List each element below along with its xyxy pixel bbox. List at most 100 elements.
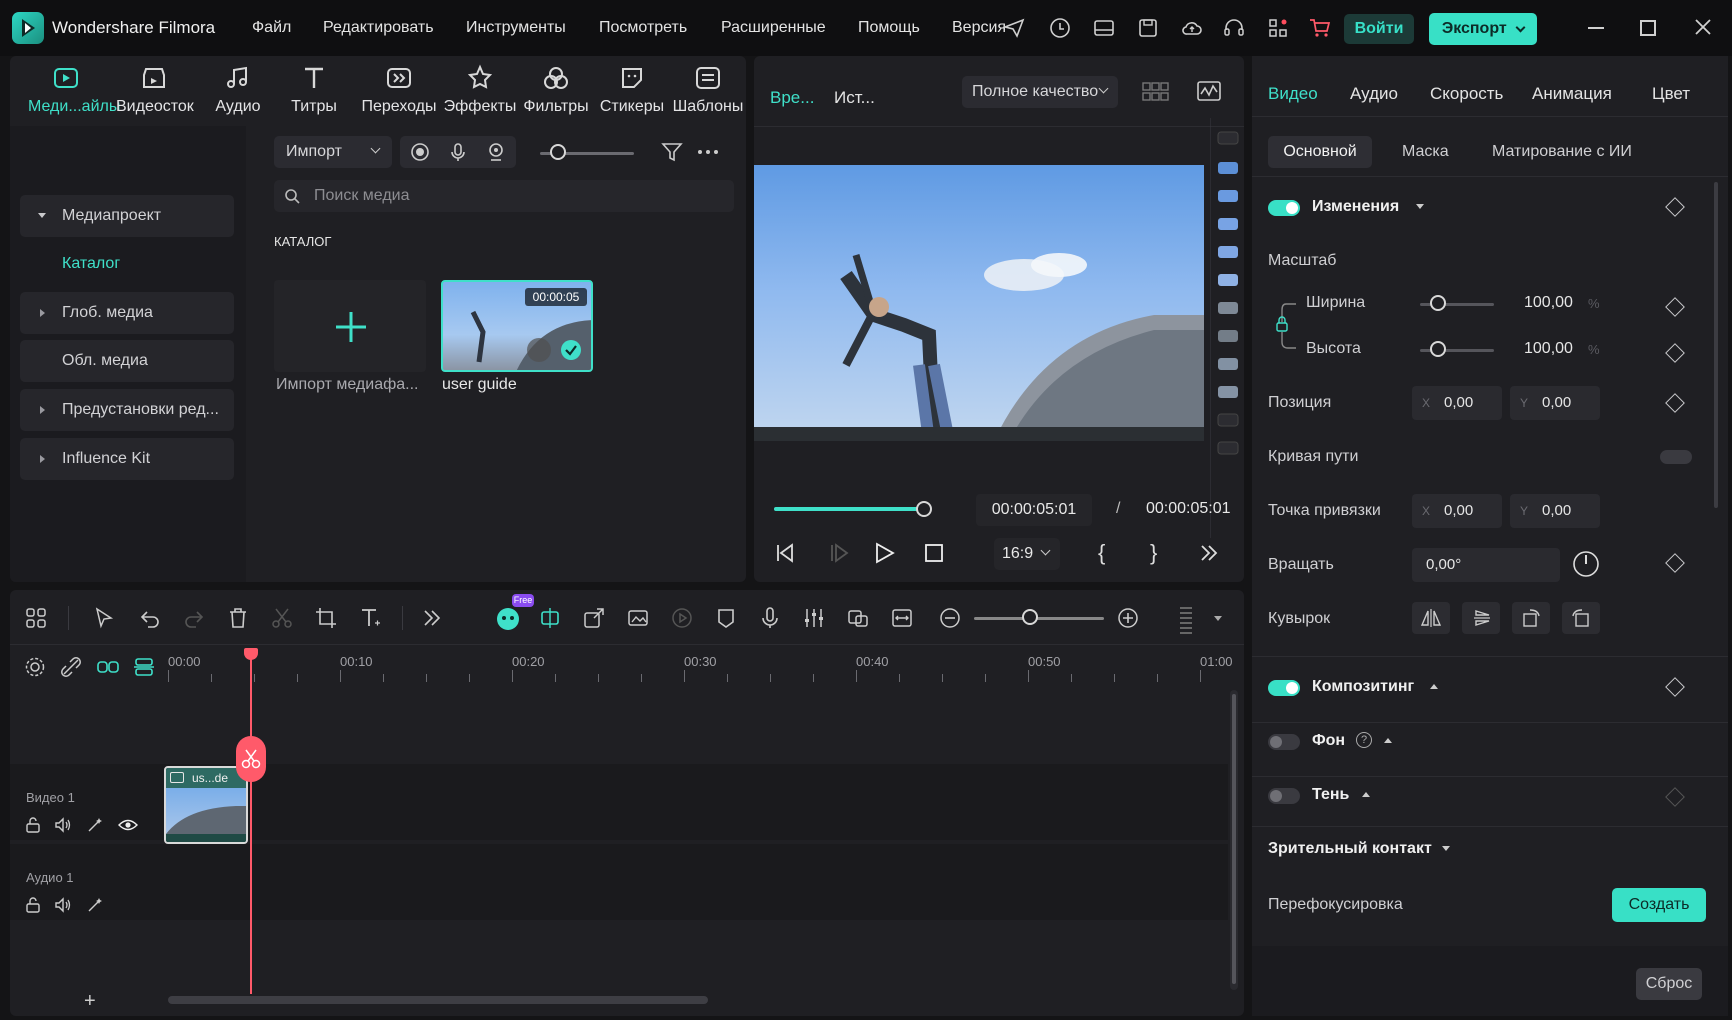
- timeline-settings-icon[interactable]: [24, 656, 46, 678]
- marker-icon[interactable]: [714, 606, 738, 630]
- sidebar-item-project[interactable]: Медиапроект: [20, 195, 234, 237]
- stop-icon[interactable]: [924, 543, 944, 563]
- close-icon[interactable]: [1694, 18, 1712, 36]
- unlink-icon[interactable]: [60, 656, 82, 678]
- tab-transitions[interactable]: Переходы: [356, 56, 442, 122]
- apps-grid-icon[interactable]: [1266, 16, 1290, 40]
- playhead-knob[interactable]: [916, 501, 932, 517]
- grid-view-icon[interactable]: [1142, 80, 1170, 104]
- sidebar-item-cloud-media[interactable]: Обл. медиа: [20, 340, 234, 382]
- zoom-slider-knob[interactable]: [1022, 609, 1038, 625]
- menu-edit[interactable]: Редактировать: [323, 19, 434, 37]
- text-tool-icon[interactable]: [358, 606, 382, 630]
- zoom-slider[interactable]: [974, 617, 1104, 620]
- tab-source-preview[interactable]: Ист...: [834, 88, 875, 108]
- height-slider-knob[interactable]: [1430, 341, 1446, 357]
- flip-vertical-button[interactable]: [1462, 602, 1500, 634]
- tab-stock[interactable]: Видеосток: [116, 56, 194, 122]
- sidebar-item-influence-kit[interactable]: Influence Kit: [20, 438, 234, 480]
- create-button[interactable]: Создать: [1612, 888, 1706, 922]
- tab-audio[interactable]: Аудио: [200, 56, 276, 122]
- microphone-icon[interactable]: [448, 142, 468, 162]
- position-x-field[interactable]: X 0,00: [1412, 386, 1502, 420]
- save-icon[interactable]: [1136, 16, 1160, 40]
- crop-icon[interactable]: [314, 606, 338, 630]
- update-icon[interactable]: [1048, 16, 1072, 40]
- track-lock-icon[interactable]: [24, 896, 42, 914]
- compositing-toggle[interactable]: [1268, 680, 1300, 696]
- track-volume-icon[interactable]: [54, 896, 72, 914]
- shadow-toggle[interactable]: [1268, 788, 1300, 804]
- send-icon[interactable]: [1002, 16, 1026, 40]
- track-lock-icon[interactable]: [24, 816, 42, 834]
- import-media-tile[interactable]: [274, 280, 426, 372]
- caret-up-icon[interactable]: [1384, 738, 1392, 743]
- props-scrollbar[interactable]: [1714, 182, 1718, 508]
- fit-width-icon[interactable]: [890, 606, 914, 630]
- tab-stickers[interactable]: Стикеры: [594, 56, 670, 122]
- menu-tools[interactable]: Инструменты: [466, 19, 566, 37]
- track-ai-icon[interactable]: [86, 896, 104, 914]
- rotate-clockwise-button[interactable]: [1512, 602, 1550, 634]
- record-icon[interactable]: [410, 142, 430, 162]
- anchor-x-field[interactable]: X 0,00: [1412, 494, 1502, 528]
- export-clip-icon[interactable]: [582, 606, 606, 630]
- layout-grid-icon[interactable]: [24, 606, 48, 630]
- menu-advanced[interactable]: Расширенные: [721, 19, 826, 37]
- sidebar-item-global-media[interactable]: Глоб. медиа: [20, 292, 234, 334]
- track-height-icon[interactable]: [1174, 606, 1198, 634]
- ai-copilot-icon[interactable]: [494, 604, 522, 632]
- link-icon[interactable]: [96, 656, 120, 678]
- filter-icon[interactable]: [660, 140, 684, 164]
- rotate-counterclockwise-button[interactable]: [1562, 602, 1600, 634]
- tab-video-props[interactable]: Видео: [1268, 84, 1318, 104]
- login-button[interactable]: Войти: [1344, 14, 1414, 44]
- headset-icon[interactable]: [1222, 16, 1246, 40]
- waveform-monitor-icon[interactable]: [1196, 78, 1222, 104]
- preview-clip-icon[interactable]: [527, 338, 551, 362]
- position-y-field[interactable]: Y 0,00: [1510, 386, 1600, 420]
- keyframe-diamond-icon[interactable]: [1665, 343, 1685, 363]
- cart-icon[interactable]: [1308, 16, 1332, 40]
- path-curve-toggle[interactable]: [1660, 450, 1692, 464]
- keyframe-diamond-icon[interactable]: [1665, 393, 1685, 413]
- image-edit-icon[interactable]: [626, 606, 650, 630]
- tab-speed-props[interactable]: Скорость: [1430, 84, 1503, 104]
- tab-animation-props[interactable]: Анимация: [1532, 84, 1612, 104]
- mark-out-icon[interactable]: }: [1150, 540, 1157, 566]
- caret-down-icon[interactable]: [1214, 616, 1222, 621]
- timeline-ruler[interactable]: 00:00 00:10 00:20 00:30 00:40 00:50 01:0…: [168, 646, 1238, 686]
- aspect-ratio-dropdown[interactable]: 16:9: [994, 538, 1060, 570]
- height-value[interactable]: 100,00: [1524, 340, 1573, 358]
- rotate-field[interactable]: 0,00°: [1412, 548, 1560, 582]
- more-controls-icon[interactable]: [1198, 542, 1220, 564]
- transform-toggle[interactable]: [1268, 200, 1300, 216]
- tab-effects[interactable]: Эффекты: [442, 56, 518, 122]
- speed-icon[interactable]: [670, 606, 694, 630]
- tab-color-props[interactable]: Цвет: [1652, 84, 1690, 104]
- subtab-ai-matting[interactable]: Матирование с ИИ: [1492, 143, 1632, 161]
- media-clip-thumbnail[interactable]: 00:00:05: [441, 280, 593, 372]
- delete-icon[interactable]: [226, 606, 250, 630]
- zoom-out-icon[interactable]: [938, 606, 962, 630]
- webcam-icon[interactable]: [486, 142, 506, 162]
- layout-icon[interactable]: [1092, 16, 1116, 40]
- menu-view[interactable]: Посмотреть: [599, 19, 687, 37]
- tab-media[interactable]: Меди...айлы: [28, 56, 120, 122]
- sidebar-item-catalog[interactable]: Каталог: [20, 243, 234, 285]
- more-options-icon[interactable]: [696, 142, 720, 162]
- playback-progress-track[interactable]: [774, 507, 924, 511]
- timeline-horizontal-scroll-thumb[interactable]: [168, 996, 708, 1004]
- auto-frame-icon[interactable]: [538, 606, 562, 630]
- help-icon[interactable]: ?: [1356, 732, 1372, 748]
- playhead-line[interactable]: [250, 650, 252, 994]
- track-visibility-icon[interactable]: [118, 816, 138, 834]
- flip-horizontal-button[interactable]: [1412, 602, 1450, 634]
- keyframe-diamond-icon[interactable]: [1665, 197, 1685, 217]
- snap-icon[interactable]: [132, 656, 156, 678]
- minimize-icon[interactable]: [1588, 27, 1604, 29]
- video-preview-frame[interactable]: [754, 165, 1204, 441]
- scissors-icon[interactable]: [270, 606, 294, 630]
- cloud-upload-icon[interactable]: [1180, 16, 1204, 40]
- menu-version[interactable]: Версия: [952, 19, 1006, 37]
